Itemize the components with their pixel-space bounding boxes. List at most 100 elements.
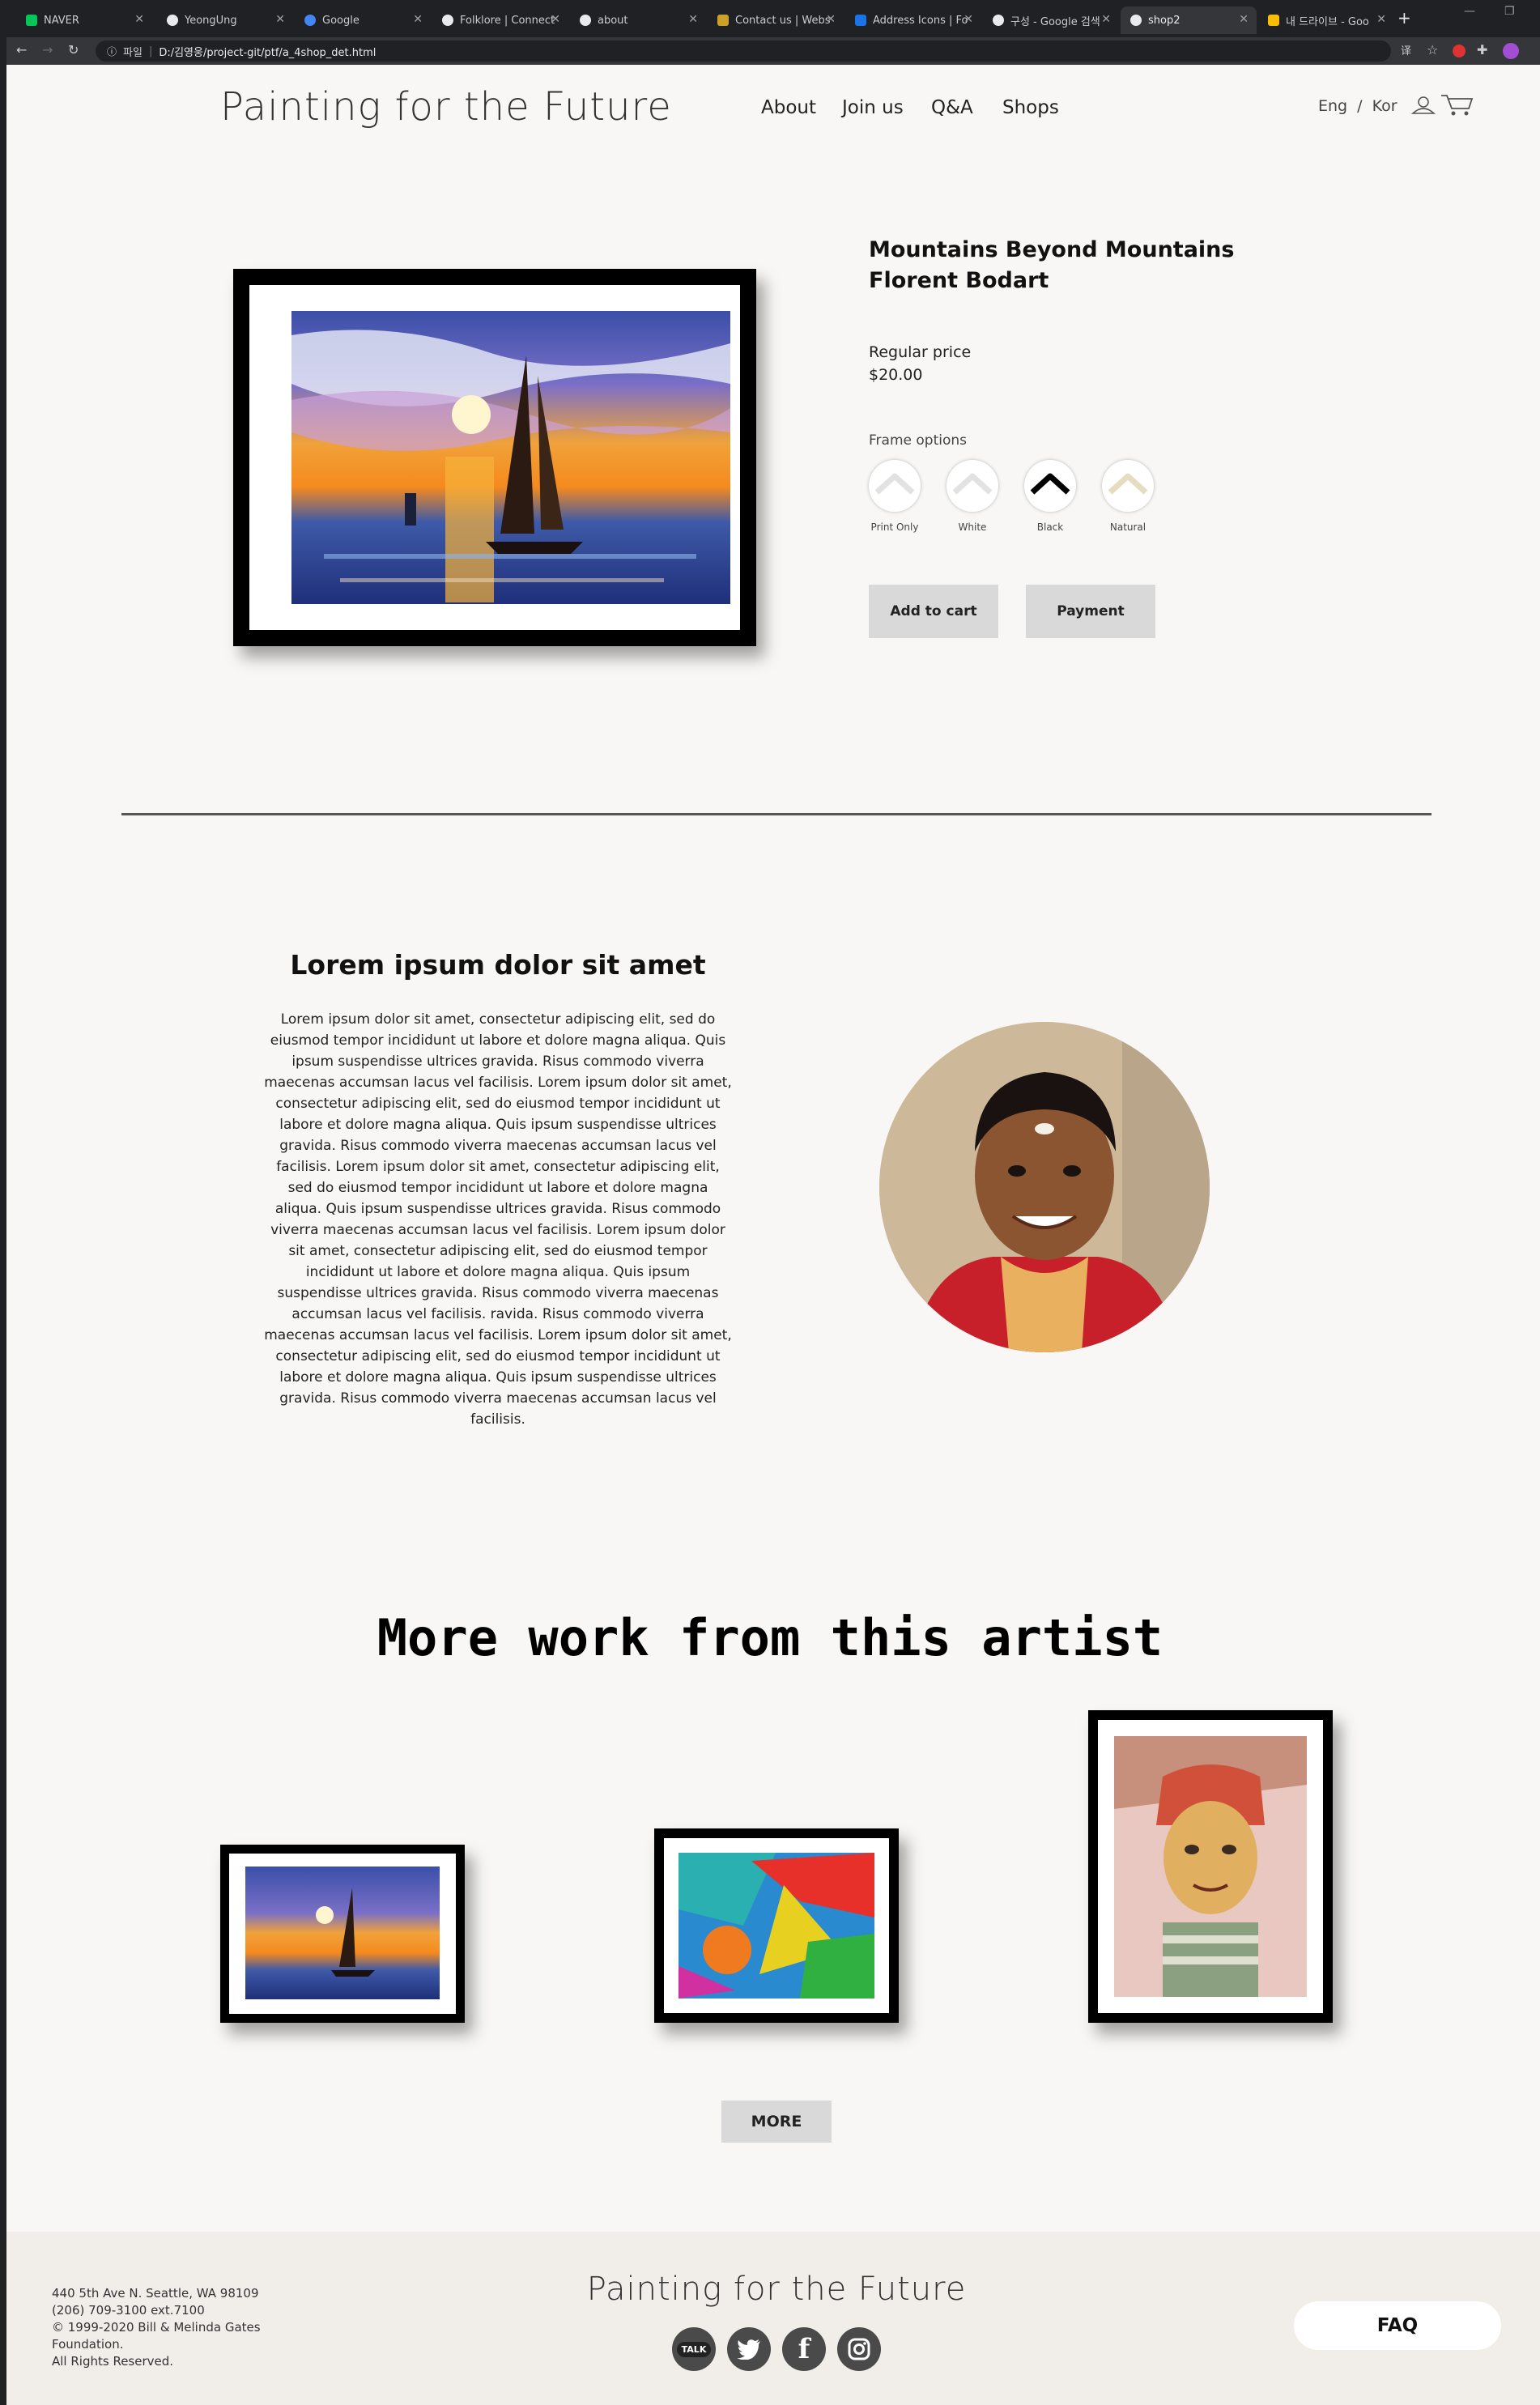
section-divider [121, 813, 1432, 815]
product-title-line1: Mountains Beyond Mountains [869, 237, 1235, 262]
language-switch: Eng / Kor [1318, 97, 1397, 115]
artist-portrait [879, 1022, 1210, 1352]
browser-tab[interactable]: YeongUng ✕ [157, 6, 293, 34]
site-logo[interactable]: Painting for the Future [220, 84, 672, 130]
close-tab-icon[interactable]: ✕ [964, 13, 973, 26]
google-drive-favicon-icon [1268, 15, 1279, 26]
new-tab-icon[interactable]: + [1397, 8, 1411, 28]
sunset-sailboat-painting [291, 311, 730, 604]
minimize-icon[interactable]: — [1464, 5, 1475, 18]
lang-separator: / [1357, 97, 1363, 115]
close-tab-icon[interactable]: ✕ [134, 13, 144, 26]
browser-tab[interactable]: Google ✕ [295, 6, 431, 34]
extension-red-icon[interactable] [1453, 45, 1466, 57]
nav-about[interactable]: About [761, 97, 816, 118]
browser-toolbar: ← → ↻ ⓘ 파일 | D:/김영웅/project-git/ptf/a_4s… [6, 37, 1540, 65]
close-tab-icon[interactable]: ✕ [826, 13, 836, 26]
info-icon: ⓘ [107, 45, 117, 57]
frame-option-black[interactable] [1024, 460, 1076, 512]
forward-arrow-icon[interactable]: → [42, 42, 53, 57]
nav-shops[interactable]: Shops [1002, 97, 1059, 118]
instagram-icon[interactable] [837, 2327, 881, 2371]
globe-favicon-icon [580, 15, 591, 26]
browser-tab[interactable]: 구성 - Google 검색 ✕ [983, 6, 1119, 34]
frame-option-label: Print Only [870, 521, 919, 533]
user-icon[interactable] [1410, 96, 1436, 115]
globe-favicon-icon [167, 15, 178, 26]
close-tab-icon[interactable]: ✕ [1376, 13, 1386, 26]
chevron-light-icon [952, 473, 993, 495]
close-tab-icon[interactable]: ✕ [275, 13, 285, 26]
close-tab-icon[interactable]: ✕ [1101, 13, 1111, 26]
google-favicon-icon [304, 15, 316, 26]
copyright-line: © 1999-2020 Bill & Melinda Gates [52, 2320, 261, 2335]
lang-eng-link[interactable]: Eng [1318, 97, 1347, 115]
browser-tab[interactable]: Contact us | Webs ✕ [708, 6, 844, 34]
translate-icon[interactable]: 译 [1401, 42, 1411, 57]
close-tab-icon[interactable]: ✕ [688, 13, 698, 26]
browser-tab[interactable]: NAVER ✕ [16, 6, 152, 34]
price-label: Regular price [869, 343, 972, 361]
restore-icon[interactable]: ❐ [1504, 5, 1515, 18]
story-body: Lorem ipsum dolor sit amet, consectetur … [264, 1011, 732, 1428]
product-artist: Florent Bodart [869, 268, 1049, 293]
webs-favicon-icon [717, 15, 729, 26]
nav-join-us[interactable]: Join us [842, 97, 904, 118]
browser-tab-active[interactable]: shop2 ✕ [1121, 6, 1257, 34]
chevron-light-icon [874, 473, 915, 495]
rights-line: All Rights Reserved. [52, 2354, 174, 2369]
extensions-puzzle-icon[interactable]: ✚ [1477, 42, 1487, 57]
close-tab-icon[interactable]: ✕ [1239, 13, 1249, 26]
frame-mat [229, 1854, 456, 2014]
tab-label: Address Icons | Fo [873, 14, 968, 27]
facebook-icon[interactable]: f [782, 2327, 826, 2371]
url-separator: | [148, 45, 153, 57]
faq-button[interactable]: FAQ [1294, 2301, 1501, 2350]
frame-option-natural[interactable] [1102, 460, 1154, 512]
twitter-icon[interactable] [727, 2327, 771, 2371]
close-tab-icon[interactable]: ✕ [551, 13, 560, 26]
artwork-thumb-abstract[interactable] [654, 1828, 899, 2023]
nav-qa[interactable]: Q&A [931, 97, 973, 118]
close-tab-icon[interactable]: ✕ [413, 13, 423, 26]
kakaotalk-icon[interactable]: TALK [672, 2327, 716, 2371]
bookmark-star-icon[interactable]: ☆ [1427, 42, 1438, 57]
frame-option-white[interactable] [947, 460, 998, 512]
chevron-natural-icon [1108, 473, 1148, 495]
frame-mat [1098, 1720, 1323, 2013]
reload-icon[interactable]: ↻ [68, 42, 79, 57]
window-edge [0, 0, 6, 2405]
artwork-thumb-sunset[interactable] [220, 1845, 465, 2023]
artwork-thumb-portrait[interactable] [1088, 1710, 1333, 2023]
more-button[interactable]: MORE [721, 2101, 832, 2143]
product-artwork-frame [233, 269, 756, 646]
abstract-colorful-thumbnail [679, 1853, 874, 1998]
frame-option-print-only[interactable] [869, 460, 921, 512]
frame-option-label: Natural [1109, 521, 1146, 533]
tab-label: NAVER [44, 14, 79, 27]
chevron-black-icon [1030, 473, 1070, 495]
address-bar[interactable]: ⓘ 파일 | D:/김영웅/project-git/ptf/a_4shop_de… [96, 40, 1391, 62]
profile-avatar[interactable] [1503, 43, 1519, 59]
payment-button[interactable]: Payment [1026, 585, 1155, 638]
kakao-talk-label: TALK [676, 2341, 712, 2357]
frame-option-label: White [958, 521, 987, 533]
back-arrow-icon[interactable]: ← [16, 42, 27, 57]
lang-kor-link[interactable]: Kor [1372, 97, 1397, 115]
browser-tab[interactable]: about ✕ [570, 6, 706, 34]
google-favicon-icon [993, 15, 1004, 26]
tab-label: about [598, 14, 628, 27]
frame-mat [664, 1838, 889, 2013]
price-value: $20.00 [869, 366, 923, 384]
url-scheme-label: 파일 [123, 46, 143, 59]
frame-mat [249, 285, 740, 630]
tab-label: Folklore | Connect [460, 14, 555, 27]
product-title: Mountains Beyond Mountains Florent Bodar… [869, 235, 1234, 296]
browser-tab[interactable]: Folklore | Connect ✕ [432, 6, 568, 34]
browser-tab[interactable]: 내 드라이브 - Goo ✕ [1258, 6, 1394, 34]
cart-icon[interactable] [1440, 92, 1474, 117]
fontawesome-favicon-icon [855, 15, 866, 26]
add-to-cart-button[interactable]: Add to cart [869, 585, 998, 638]
tab-label: Google [322, 14, 359, 27]
browser-tab[interactable]: Address Icons | Fo ✕ [845, 6, 981, 34]
